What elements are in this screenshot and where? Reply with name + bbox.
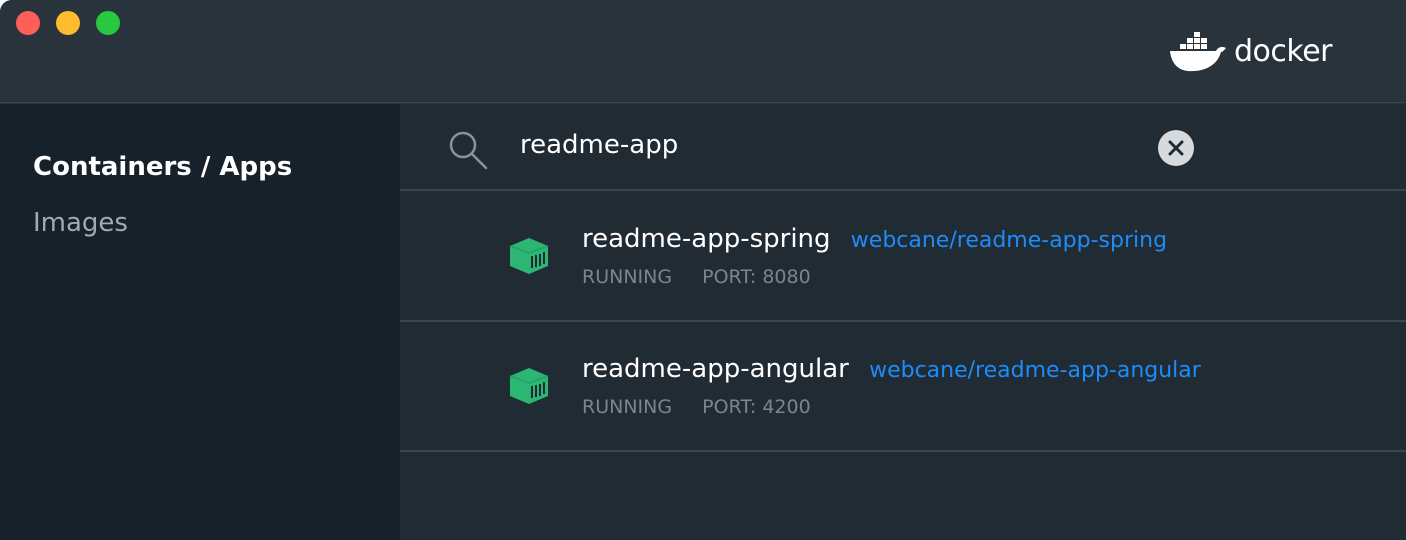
docker-logo: docker	[1168, 30, 1333, 74]
search-bar: readme-app	[400, 104, 1406, 191]
sidebar: Containers / Apps Images	[0, 104, 400, 540]
container-status: RUNNING	[582, 396, 673, 418]
container-name[interactable]: readme-app-angular	[582, 354, 849, 384]
container-icon	[509, 368, 549, 404]
container-icon	[509, 238, 549, 274]
docker-wordmark: docker	[1234, 33, 1333, 69]
container-row[interactable]: readme-app-spring webcane/readme-app-spr…	[400, 192, 1406, 322]
minimize-window-button[interactable]	[56, 11, 80, 35]
search-input[interactable]: readme-app	[520, 130, 678, 160]
close-icon	[1168, 140, 1184, 156]
zoom-window-button[interactable]	[96, 11, 120, 35]
container-image-link[interactable]: webcane/readme-app-spring	[851, 228, 1167, 253]
sidebar-item-containers-apps[interactable]: Containers / Apps	[33, 152, 292, 182]
title-bar: docker	[0, 0, 1406, 103]
docker-desktop-window: docker Containers / Apps Images readme-a…	[0, 0, 1406, 540]
container-name[interactable]: readme-app-spring	[582, 224, 831, 254]
container-status: RUNNING	[582, 266, 673, 288]
close-window-button[interactable]	[16, 11, 40, 35]
container-port[interactable]: PORT: 4200	[702, 396, 811, 418]
sidebar-item-images[interactable]: Images	[33, 208, 128, 238]
container-image-link[interactable]: webcane/readme-app-angular	[869, 358, 1201, 383]
container-row[interactable]: readme-app-angular webcane/readme-app-an…	[400, 322, 1406, 452]
clear-search-button[interactable]	[1158, 130, 1194, 166]
containers-panel: readme-app readme-app-spring webcane/rea…	[400, 104, 1406, 540]
container-port[interactable]: PORT: 8080	[702, 266, 811, 288]
search-icon	[449, 131, 488, 170]
docker-whale-icon	[1170, 32, 1226, 72]
